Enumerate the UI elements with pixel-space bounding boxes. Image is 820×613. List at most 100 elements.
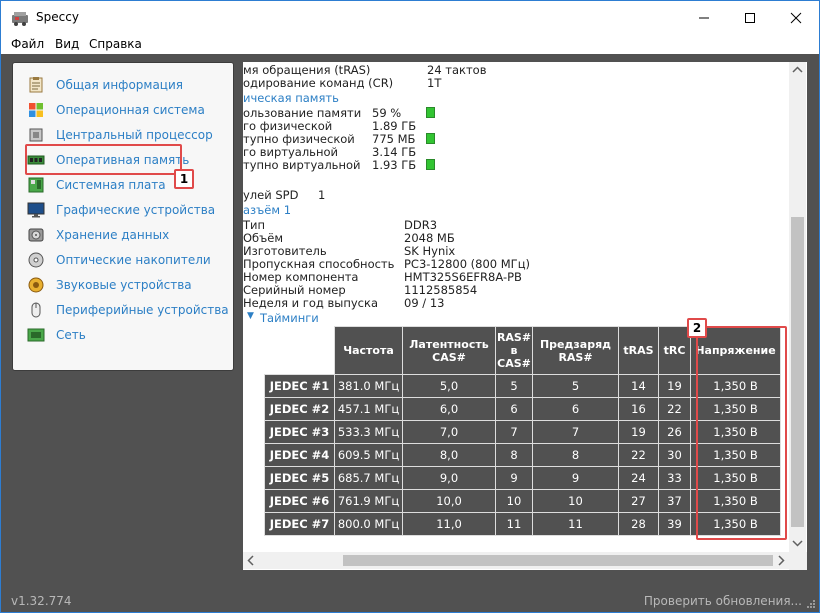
manufacture-week-label: Неделя и год выпуска [243, 296, 378, 310]
cell-frequency: 761.9 МГц [334, 489, 403, 513]
scroll-down-icon[interactable] [792, 539, 803, 547]
sidebar-item-label: Хранение данных [56, 228, 170, 242]
physical-total-label: го физической [243, 119, 333, 133]
cell-cas: 11,0 [402, 512, 496, 536]
cell-cas: 8,0 [402, 443, 496, 467]
physical-total-value: 1.89 ГБ [372, 119, 417, 133]
title-bar[interactable]: Speccy [1, 1, 819, 34]
sidebar-item-storage[interactable]: Хранение данных [27, 225, 169, 245]
menu-view[interactable]: Вид [55, 37, 79, 51]
speccy-window: Speccy Файл Вид Справка Общая информация [0, 0, 820, 613]
callout-badge-1: 1 [174, 169, 194, 189]
horizontal-scrollbar[interactable] [243, 552, 789, 569]
virtual-total-label: го виртуальной [243, 145, 338, 159]
cell-rp: 10 [532, 489, 619, 513]
command-rate-label: одирование команд (CR) [243, 76, 394, 90]
callout-voltage-highlight [696, 326, 787, 540]
cell-cas: 10,0 [402, 489, 496, 513]
column-header-tras: tRAS [618, 326, 659, 375]
mouse-icon [31, 302, 41, 318]
sidebar-item-label: Центральный процессор [56, 128, 213, 142]
window-title: Speccy [36, 10, 79, 24]
cell-rp: 7 [532, 420, 619, 444]
cell-tras: 19 [618, 420, 659, 444]
menu-file[interactable]: Файл [11, 37, 44, 51]
spd-modules-label: улей SPD [243, 188, 299, 202]
physical-memory-section[interactable]: ическая память [243, 91, 339, 105]
virtual-total-value: 3.14 ГБ [372, 145, 417, 159]
close-button[interactable] [773, 1, 819, 34]
sidebar-item-peripherals[interactable]: Периферийные устройства [27, 300, 229, 320]
menu-help[interactable]: Справка [89, 37, 142, 51]
horizontal-scroll-thumb[interactable] [343, 555, 773, 566]
cell-rcd: 9 [495, 466, 533, 490]
minimize-button[interactable] [681, 1, 727, 34]
summary-icon [29, 77, 43, 93]
tras-label: мя обращения (tRAS) [243, 63, 371, 77]
sidebar-item-optical[interactable]: Оптические накопители [27, 250, 211, 270]
cell-frequency: 457.1 МГц [334, 397, 403, 421]
row-header: JEDEC #6 [264, 489, 335, 513]
vertical-scroll-thumb[interactable] [791, 217, 804, 527]
sidebar-item-cpu[interactable]: Центральный процессор [27, 125, 213, 145]
row-header: JEDEC #4 [264, 443, 335, 467]
sidebar-item-motherboard[interactable]: Системная плата [27, 175, 166, 195]
table-corner [264, 326, 335, 375]
physical-available-label: тупно физической [243, 132, 355, 146]
cell-tras: 16 [618, 397, 659, 421]
cell-frequency: 381.0 МГц [334, 374, 403, 398]
memory-type-value: DDR3 [404, 218, 438, 232]
ras-cas-line-3: CAS# [497, 357, 531, 370]
minimize-icon [699, 17, 709, 18]
column-header-ras-to-cas: RAS# в CAS# [495, 326, 533, 375]
row-header: JEDEC #3 [264, 420, 335, 444]
sidebar-item-label: Оптические накопители [56, 253, 211, 267]
sidebar-item-label: Сеть [56, 328, 86, 342]
menu-bar: Файл Вид Справка [1, 34, 819, 54]
cell-rp: 5 [532, 374, 619, 398]
column-header-frequency: Частота [334, 326, 403, 375]
cell-frequency: 685.7 МГц [334, 466, 403, 490]
close-icon [790, 12, 802, 23]
scrollbar-corner [789, 552, 807, 570]
scroll-left-icon[interactable] [247, 555, 255, 566]
sidebar-item-label: Общая информация [56, 78, 183, 92]
details-panel: мя обращения (tRAS) 24 тактов одирование… [243, 62, 807, 570]
optical-disc-icon [28, 252, 44, 268]
sidebar-item-graphics[interactable]: Графические устройства [27, 200, 215, 220]
chevron-down-icon[interactable]: ▼ [247, 311, 254, 321]
sidebar-item-os[interactable]: Операционная система [27, 100, 205, 120]
content-area: Общая информация Операционная система Це… [1, 54, 819, 590]
sidebar-item-label: Периферийные устройства [56, 303, 229, 317]
sidebar-item-label: Графические устройства [56, 203, 216, 217]
cell-cas: 5,0 [402, 374, 496, 398]
status-indicator-icon [426, 107, 435, 118]
slot-1-section[interactable]: азъём 1 [243, 203, 291, 217]
status-indicator-icon [426, 159, 435, 170]
maximize-button[interactable] [727, 1, 773, 34]
sidebar-item-audio[interactable]: Звуковые устройства [27, 275, 192, 295]
cell-rcd: 6 [495, 397, 533, 421]
bandwidth-value: PC3-12800 (800 МГц) [404, 257, 531, 271]
scroll-up-icon[interactable] [792, 66, 803, 74]
virtual-available-value: 1.93 ГБ [372, 158, 417, 172]
sidebar-item-network[interactable]: Сеть [27, 325, 86, 345]
vertical-scrollbar[interactable] [789, 62, 806, 552]
check-updates-link[interactable]: Проверить обновления... [644, 594, 802, 608]
part-number-label: Номер компонента [243, 270, 359, 284]
ras-cas-line-1: RAS# [496, 331, 532, 344]
manufacturer-label: Изготовитель [243, 244, 327, 258]
cell-trc: 19 [658, 374, 691, 398]
motherboard-icon [28, 177, 44, 193]
timings-section[interactable]: Тайминги [260, 311, 319, 325]
cell-tras: 28 [618, 512, 659, 536]
scroll-right-icon[interactable] [777, 555, 785, 566]
cell-trc: 33 [658, 466, 691, 490]
virtual-available-label: тупно виртуальной [243, 158, 361, 172]
sidebar-item-summary[interactable]: Общая информация [27, 75, 183, 95]
part-number-value: HMT325S6EFR8A-PB [404, 270, 522, 284]
resize-grip-icon[interactable] [806, 599, 816, 609]
cell-trc: 39 [658, 512, 691, 536]
status-bar: v1.32.774 Проверить обновления... [1, 590, 819, 612]
serial-number-value: 1112585854 [404, 283, 478, 297]
